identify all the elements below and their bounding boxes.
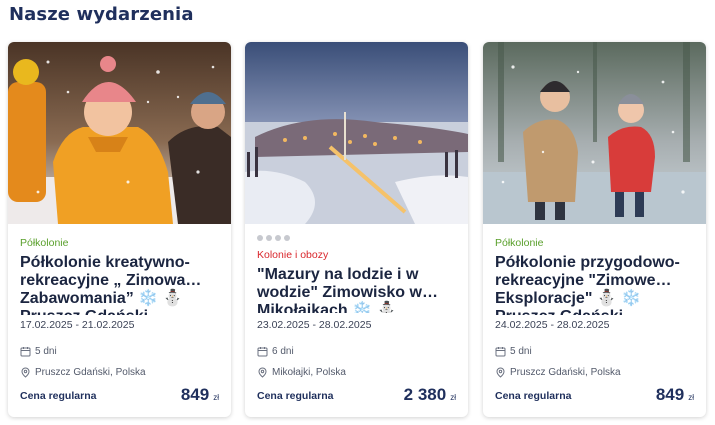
price-currency: zł [688, 393, 694, 402]
duration-text: 5 dni [35, 346, 57, 357]
price-label: Cena regularna [257, 390, 334, 402]
event-image[interactable] [245, 42, 468, 224]
carousel-dot[interactable] [257, 235, 263, 241]
carousel-dot[interactable] [284, 235, 290, 241]
calendar-icon [257, 347, 268, 357]
price-amount: 2 380 [403, 385, 447, 404]
event-title[interactable]: "Mazury na lodzie i w wodzie" Zimowisko … [257, 266, 460, 313]
price-amount: 849 [180, 385, 210, 404]
section-title: Nasze wydarzenia [9, 4, 194, 25]
event-image[interactable] [8, 42, 231, 224]
image-carousel-dots[interactable] [257, 235, 290, 241]
event-dates: 24.02.2025 - 28.02.2025 [495, 319, 610, 331]
location-pin-icon [258, 367, 267, 378]
event-card[interactable]: Półkolonie Półkolonie kreatywno-rekreacy… [8, 42, 231, 417]
location-text: Pruszcz Gdański, Polska [35, 367, 146, 378]
location-pin-icon [21, 367, 30, 378]
location-text: Mikołajki, Polska [272, 367, 346, 378]
price-currency: zł [213, 393, 219, 402]
calendar-icon [20, 347, 31, 357]
location-pin-icon [496, 367, 505, 378]
event-duration: 5 dni [495, 346, 532, 357]
duration-text: 6 dni [272, 346, 294, 357]
event-dates: 23.02.2025 - 28.02.2025 [257, 319, 372, 331]
event-duration: 5 dni [20, 346, 57, 357]
calendar-icon [495, 347, 506, 357]
duration-text: 5 dni [510, 346, 532, 357]
event-location: Mikołajki, Polska [257, 367, 346, 378]
event-card[interactable]: Półkolonie Półkolonie przygodowo-rekreac… [483, 42, 706, 417]
location-text: Pruszcz Gdański, Polska [510, 367, 621, 378]
event-location: Pruszcz Gdański, Polska [495, 367, 621, 378]
event-title[interactable]: Półkolonie kreatywno-rekreacyjne „ Zimow… [20, 254, 223, 315]
price-amount: 849 [655, 385, 685, 404]
event-title[interactable]: Półkolonie przygodowo-rekreacyjne "Zimow… [495, 254, 698, 315]
price: 849 zł [656, 385, 694, 405]
price: 849 zł [181, 385, 219, 405]
event-category: Kolonie i obozy [257, 249, 329, 261]
event-category: Półkolonie [495, 237, 544, 249]
event-dates: 17.02.2025 - 21.02.2025 [20, 319, 135, 331]
carousel-dot[interactable] [275, 235, 281, 241]
price-currency: zł [450, 393, 456, 402]
price-label: Cena regularna [20, 390, 97, 402]
event-card[interactable]: Kolonie i obozy "Mazury na lodzie i w wo… [245, 42, 468, 417]
event-location: Pruszcz Gdański, Polska [20, 367, 146, 378]
event-category: Półkolonie [20, 237, 69, 249]
price-label: Cena regularna [495, 390, 572, 402]
event-duration: 6 dni [257, 346, 294, 357]
price: 2 380 zł [404, 385, 456, 405]
carousel-dot[interactable] [266, 235, 272, 241]
event-image[interactable] [483, 42, 706, 224]
